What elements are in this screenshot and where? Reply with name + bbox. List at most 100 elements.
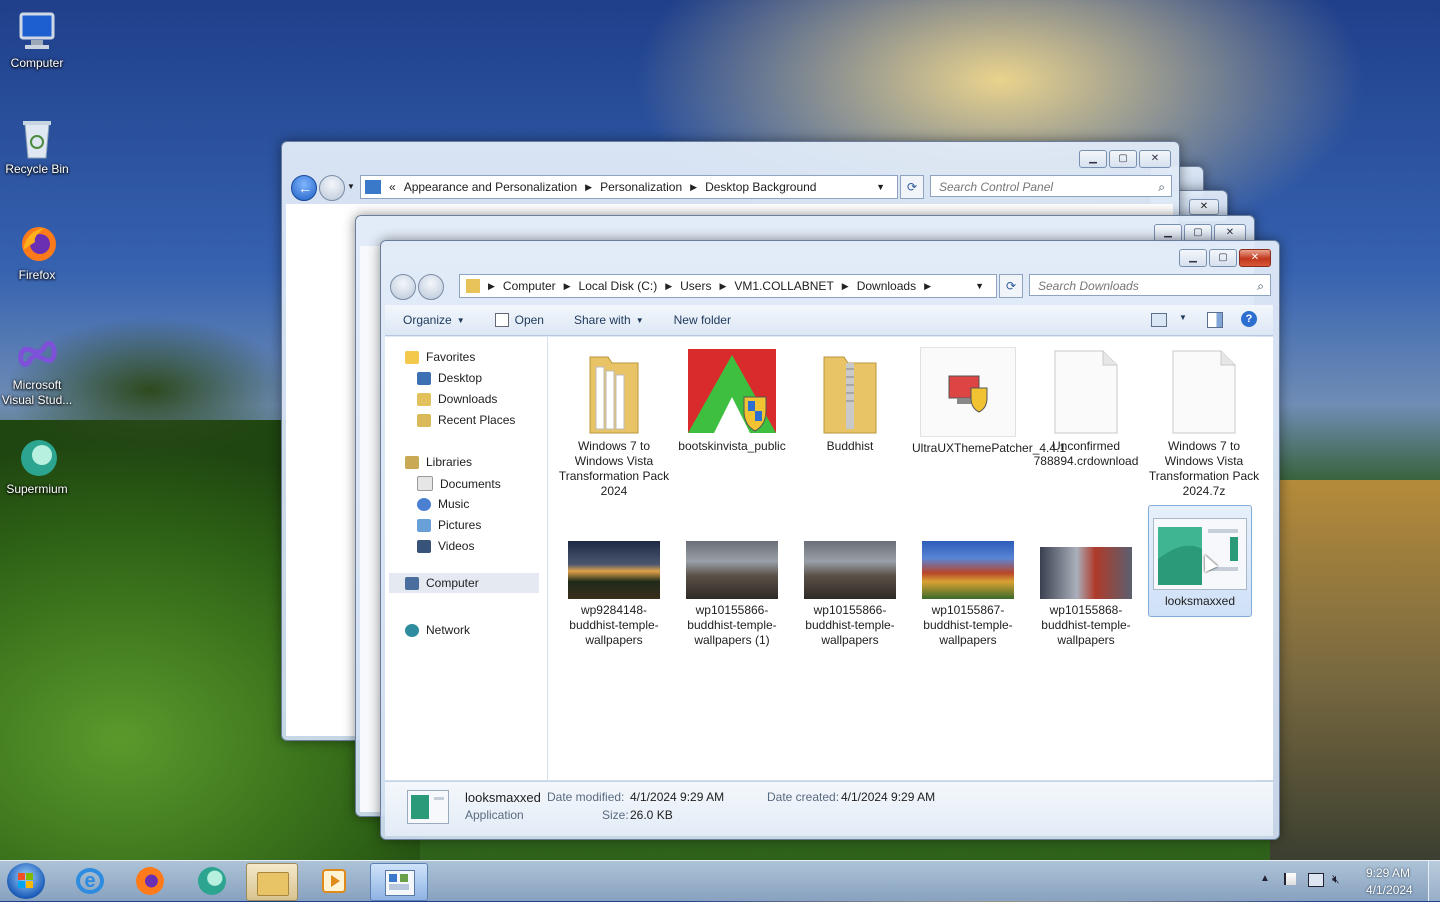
breadcrumb-item[interactable]: Users <box>680 279 711 293</box>
clock-date[interactable]: 4/1/2024 <box>1366 883 1413 897</box>
desktop-icon-firefox[interactable]: Firefox <box>0 222 74 283</box>
desktop-icon-computer[interactable]: Computer <box>0 10 74 71</box>
nav-videos[interactable]: Videos <box>417 539 474 553</box>
recent-pages-icon[interactable]: ▼ <box>347 182 355 191</box>
close-icon[interactable]: ✕ <box>1189 199 1219 215</box>
minimize-button[interactable]: ▁ <box>1179 249 1207 267</box>
breadcrumb-item[interactable]: Computer <box>503 279 556 293</box>
file-item[interactable]: wp10155866-buddhist-temple-wallpapers (1… <box>676 541 788 648</box>
minimize-button[interactable]: ▁ <box>1079 150 1107 168</box>
file-name: Unconfirmed 788894.crdownload <box>1033 439 1139 468</box>
breadcrumb-item[interactable]: VM1.COLLABNET <box>734 279 833 293</box>
nav-network[interactable]: Network <box>405 623 470 637</box>
taskbar-supermium[interactable] <box>184 863 240 899</box>
windows-logo-icon <box>18 873 33 888</box>
start-button[interactable] <box>7 863 45 899</box>
breadcrumb-item[interactable]: Desktop Background <box>705 180 816 194</box>
nav-desktop[interactable]: Desktop <box>417 371 482 385</box>
file-item-selected[interactable]: looksmaxxed <box>1148 505 1252 617</box>
file-item[interactable]: wp10155867-buddhist-temple-wallpapers <box>912 541 1024 648</box>
back-button[interactable]: ← <box>291 175 317 201</box>
show-hidden-icons[interactable]: ▲ <box>1260 873 1270 884</box>
file-item[interactable]: UltraUXThemePatcher_4.4.1 <box>912 347 1066 456</box>
chevron-right-icon[interactable]: ▶ <box>842 281 849 292</box>
file-item[interactable]: Unconfirmed 788894.crdownload <box>1030 347 1142 469</box>
taskbar-windows-explorer[interactable] <box>246 863 298 901</box>
taskbar-media-player[interactable] <box>306 863 362 899</box>
network-icon[interactable] <box>1308 873 1324 887</box>
file-name: Windows 7 to Windows Vista Transformatio… <box>1148 439 1260 498</box>
file-item[interactable]: wp9284148-buddhist-temple-wallpapers <box>558 541 670 648</box>
computer-icon <box>405 576 419 590</box>
refresh-icon[interactable]: ⟳ <box>999 274 1023 298</box>
chevron-right-icon[interactable]: ▶ <box>488 281 495 292</box>
share-with-button[interactable]: Share with ▼ <box>574 313 644 327</box>
chevron-down-icon[interactable]: ▼ <box>1179 313 1187 322</box>
new-folder-button[interactable]: New folder <box>674 313 731 327</box>
forward-button[interactable] <box>418 274 444 300</box>
change-view-icon[interactable] <box>1151 313 1167 327</box>
file-item[interactable]: bootskinvista_public <box>676 347 788 454</box>
clock-time[interactable]: 9:29 AM <box>1366 866 1410 880</box>
desktop-icon-label: Firefox <box>18 268 56 282</box>
preview-pane-icon[interactable] <box>1207 312 1223 328</box>
breadcrumb-item[interactable]: Downloads <box>857 279 916 293</box>
explorer-window[interactable]: ▁ ▢ ✕ ▶ Computer ▶ Local Disk (C:) ▶ Users… <box>380 240 1280 840</box>
file-item[interactable]: Buddhist <box>794 347 906 454</box>
nav-music[interactable]: Music <box>417 497 469 511</box>
desktop-icon-label: Supermium <box>6 482 68 496</box>
dropdown-icon[interactable]: ▼ <box>975 281 984 291</box>
maximize-button[interactable]: ▢ <box>1109 150 1137 168</box>
search-icon[interactable]: ⌕ <box>1257 275 1264 297</box>
firefox-icon <box>136 867 164 895</box>
dropdown-icon[interactable]: ▼ <box>876 182 885 192</box>
file-item[interactable]: wp10155866-buddhist-temple-wallpapers <box>794 541 906 648</box>
chevron-right-icon[interactable]: ▶ <box>924 281 931 292</box>
maximize-button[interactable]: ▢ <box>1209 249 1237 267</box>
close-button[interactable]: ✕ <box>1239 249 1271 267</box>
nav-computer[interactable]: Computer <box>389 573 539 593</box>
volume-muted-icon[interactable]: 🔇︎ <box>1332 872 1340 887</box>
chevron-right-icon[interactable]: ▶ <box>719 281 726 292</box>
chevron-right-icon[interactable]: ▶ <box>665 281 672 292</box>
breadcrumb-item[interactable]: Local Disk (C:) <box>579 279 658 293</box>
taskbar-control-panel[interactable] <box>370 863 428 901</box>
address-bar[interactable]: « Appearance and Personalization ▶ Person… <box>360 175 898 199</box>
forward-button[interactable] <box>319 175 345 201</box>
computer-icon <box>15 10 59 54</box>
refresh-icon[interactable]: ⟳ <box>900 175 924 199</box>
nav-documents[interactable]: Documents <box>417 476 501 491</box>
close-button[interactable]: ✕ <box>1139 150 1171 168</box>
breadcrumb-item[interactable]: Appearance and Personalization <box>404 180 577 194</box>
address-bar[interactable]: ▶ Computer ▶ Local Disk (C:) ▶ Users ▶ VM1.… <box>459 274 997 298</box>
desktop-icon-recycle-bin[interactable]: Recycle Bin <box>0 116 74 177</box>
search-downloads-input[interactable]: Search Downloads ⌕ <box>1029 274 1271 296</box>
chevron-right-icon[interactable]: ▶ <box>585 182 592 193</box>
nav-favorites[interactable]: Favorites <box>405 350 475 364</box>
taskbar-firefox[interactable] <box>122 863 178 899</box>
organize-button[interactable]: Organize ▼ <box>403 313 465 327</box>
back-button[interactable] <box>390 274 416 300</box>
details-size: 26.0 KB <box>630 808 673 822</box>
action-center-flag-icon[interactable] <box>1284 873 1296 885</box>
breadcrumb-item[interactable]: Personalization <box>600 180 682 194</box>
nav-libraries[interactable]: Libraries <box>405 455 472 469</box>
search-control-panel-input[interactable]: Search Control Panel ⌕ <box>930 175 1172 197</box>
nav-pictures[interactable]: Pictures <box>417 518 481 532</box>
libraries-icon <box>405 455 419 469</box>
file-item[interactable]: Windows 7 to Windows Vista Transformatio… <box>1148 347 1260 499</box>
chevron-right-icon[interactable]: ▶ <box>690 182 697 193</box>
open-button[interactable]: Open <box>494 313 544 327</box>
desktop-icon-supermium[interactable]: Supermium <box>0 436 74 497</box>
show-desktop-button[interactable] <box>1428 861 1440 901</box>
search-icon[interactable]: ⌕ <box>1158 176 1165 198</box>
nav-recent-places[interactable]: Recent Places <box>417 413 515 427</box>
file-item[interactable]: wp10155868-buddhist-temple-wallpapers <box>1030 541 1142 648</box>
file-item[interactable]: Windows 7 to Windows Vista Transformatio… <box>558 347 670 499</box>
chevron-right-icon[interactable]: ▶ <box>564 281 571 292</box>
taskbar-internet-explorer[interactable]: e <box>62 863 118 899</box>
music-icon <box>417 497 431 511</box>
nav-downloads[interactable]: Downloads <box>417 392 497 406</box>
help-icon[interactable]: ? <box>1241 311 1257 327</box>
desktop-icon-visual-studio[interactable]: Microsoft Visual Stud... <box>0 332 74 408</box>
